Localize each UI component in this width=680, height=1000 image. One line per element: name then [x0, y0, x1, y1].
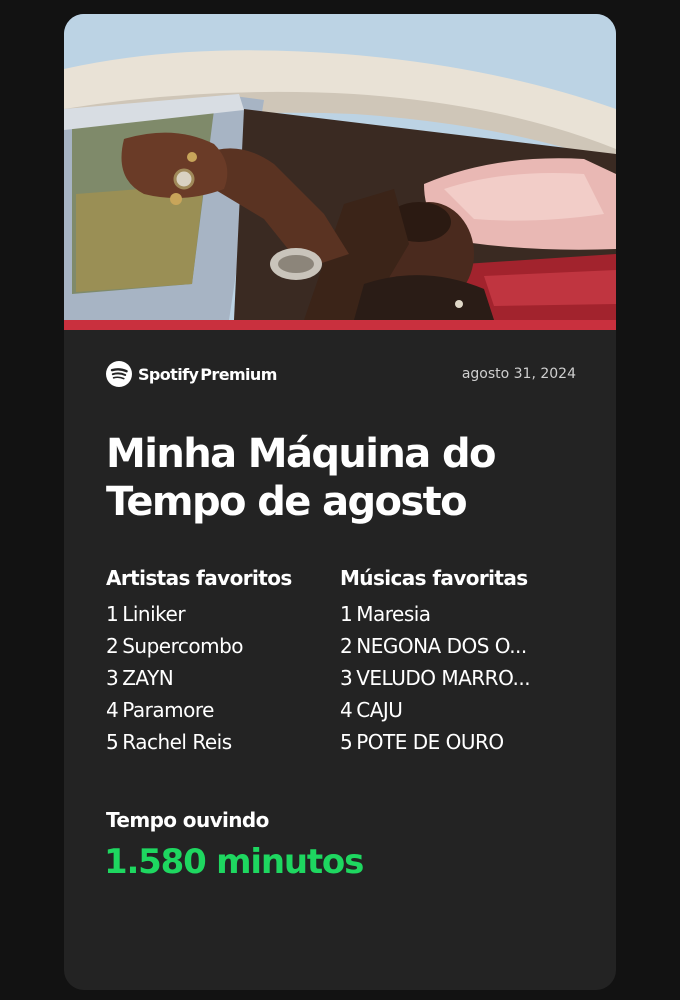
cover-photo	[64, 14, 616, 320]
spotify-logo-icon	[106, 361, 132, 387]
song-item: 3 VELUDO MARRO...	[340, 662, 580, 694]
song-name: CAJU	[356, 698, 403, 722]
report-date: agosto 31, 2024	[461, 366, 576, 382]
song-name: VELUDO MARRO...	[356, 666, 531, 690]
artist-rank: 1	[106, 602, 119, 626]
favorite-artists-section: Artistas favoritos 1 Liniker 2 Supercombo …	[106, 564, 346, 758]
artist-rank: 4	[106, 698, 119, 722]
song-rank: 2	[340, 634, 353, 658]
artist-name: Liniker	[122, 602, 186, 626]
artist-item: 5 Rachel Reis	[106, 726, 346, 758]
song-item: 5 POTE DE OURO	[340, 726, 580, 758]
brand-name: Spotify	[138, 364, 199, 384]
page-title: Minha Máquina do Tempo de agosto	[106, 431, 497, 525]
artist-rank: 5	[106, 730, 119, 754]
song-rank: 4	[340, 698, 353, 722]
favorite-artists-list: 1 Liniker 2 Supercombo 3 ZAYN 4 Paramore 5 Ra…	[106, 598, 346, 758]
favorite-artists-heading: Artistas favoritos	[106, 566, 292, 590]
artist-item: 1 Liniker	[106, 598, 346, 630]
song-name: Maresia	[356, 602, 431, 626]
song-rank: 5	[340, 730, 353, 754]
song-rank: 3	[340, 666, 353, 690]
artist-name: Rachel Reis	[122, 730, 232, 754]
song-name: POTE DE OURO	[356, 730, 504, 754]
song-item: 4 CAJU	[340, 694, 580, 726]
brand-logo: Spotify Premium	[106, 360, 277, 388]
song-item: 2 NEGONA DOS O...	[340, 630, 580, 662]
artist-name: Paramore	[122, 698, 214, 722]
artist-rank: 3	[106, 666, 119, 690]
accent-stripe	[64, 320, 616, 330]
artist-item: 4 Paramore	[106, 694, 346, 726]
brand-text: Spotify Premium	[138, 365, 277, 384]
wrapped-card: Spotify Premium agosto 31, 2024 Minha Máq…	[64, 14, 616, 990]
favorite-songs-heading: Músicas favoritas	[340, 566, 528, 590]
brand-tier: Premium	[200, 364, 277, 384]
listening-time-label: Tempo ouvindo	[106, 808, 269, 832]
artist-rank: 2	[106, 634, 119, 658]
artist-name: Supercombo	[122, 634, 244, 658]
song-item: 1 Maresia	[340, 598, 580, 630]
artist-item: 2 Supercombo	[106, 630, 346, 662]
favorite-songs-list: 1 Maresia 2 NEGONA DOS O... 3 VELUDO MARRO.…	[340, 598, 580, 758]
song-name: NEGONA DOS O...	[356, 634, 527, 658]
song-rank: 1	[340, 602, 353, 626]
listening-time-value: 1.580 minutos	[104, 842, 364, 882]
artist-name: ZAYN	[122, 666, 174, 690]
favorite-songs-section: Músicas favoritas 1 Maresia 2 NEGONA DOS O…	[340, 564, 580, 758]
artist-item: 3 ZAYN	[106, 662, 346, 694]
